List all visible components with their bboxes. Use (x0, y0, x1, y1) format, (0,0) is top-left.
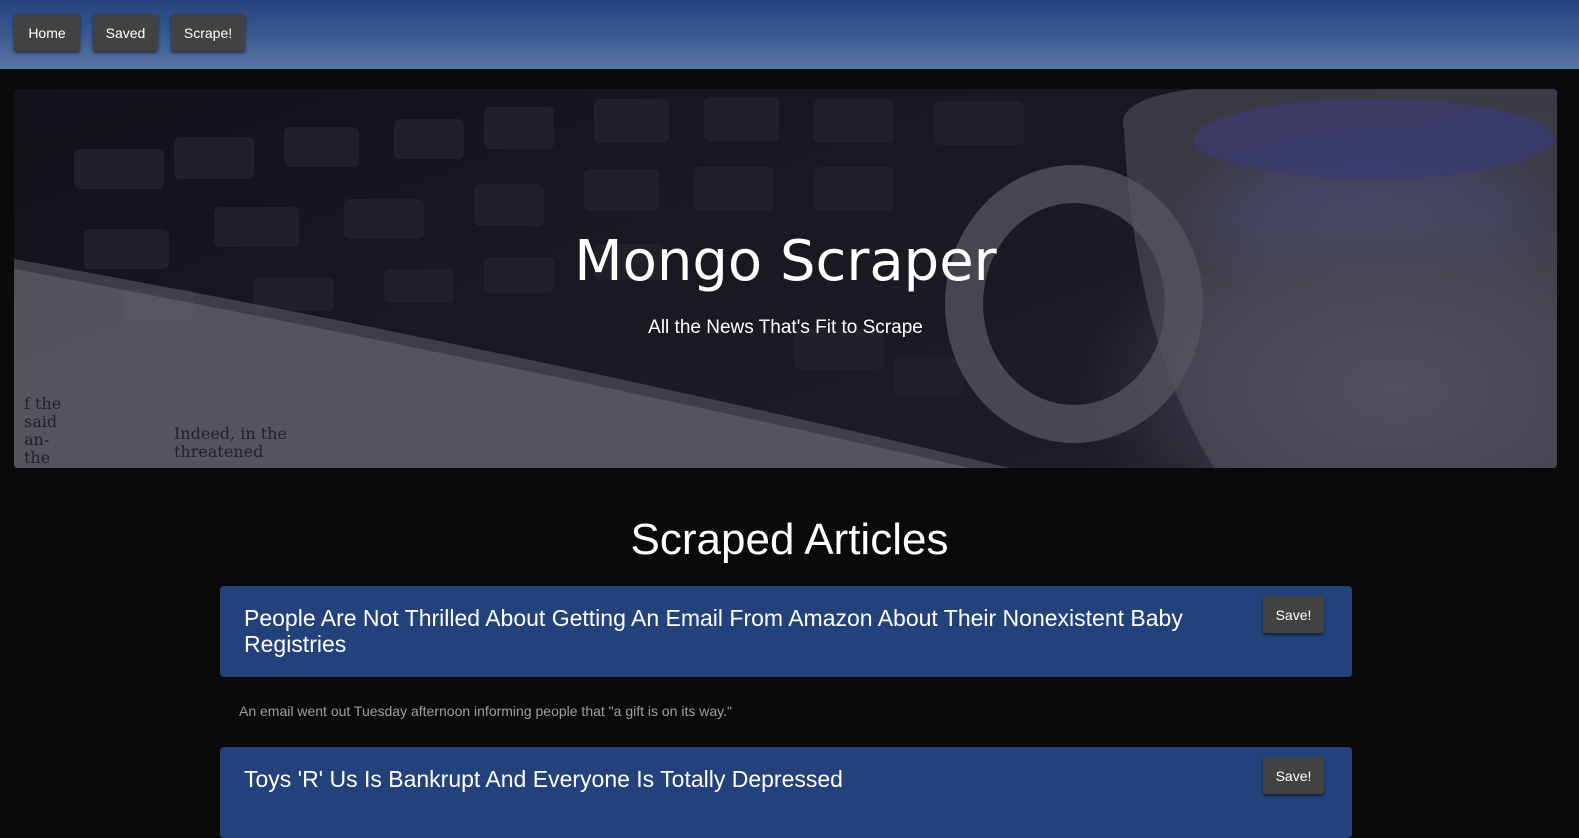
article-title[interactable]: People Are Not Thrilled About Getting An… (244, 605, 1244, 657)
hero-title: Mongo Scraper (574, 229, 997, 294)
article-card: People Are Not Thrilled About Getting An… (220, 586, 1352, 677)
article-card: Toys 'R' Us Is Bankrupt And Everyone Is … (220, 747, 1352, 838)
section-title: Scraped Articles (630, 515, 949, 564)
home-button[interactable]: Home (14, 14, 80, 51)
saved-button[interactable]: Saved (93, 14, 158, 51)
save-article-button[interactable]: Save! (1263, 757, 1324, 794)
article-summary: An email went out Tuesday afternoon info… (239, 703, 732, 719)
hero-banner: f the said an- the Indeed, in the threat… (14, 89, 1557, 468)
hero-subtitle: All the News That's Fit to Scrape (648, 317, 923, 338)
scrape-button[interactable]: Scrape! (171, 14, 245, 51)
navbar: Home Saved Scrape! (0, 0, 1579, 69)
save-article-button[interactable]: Save! (1263, 596, 1324, 633)
article-title[interactable]: Toys 'R' Us Is Bankrupt And Everyone Is … (244, 766, 1244, 792)
